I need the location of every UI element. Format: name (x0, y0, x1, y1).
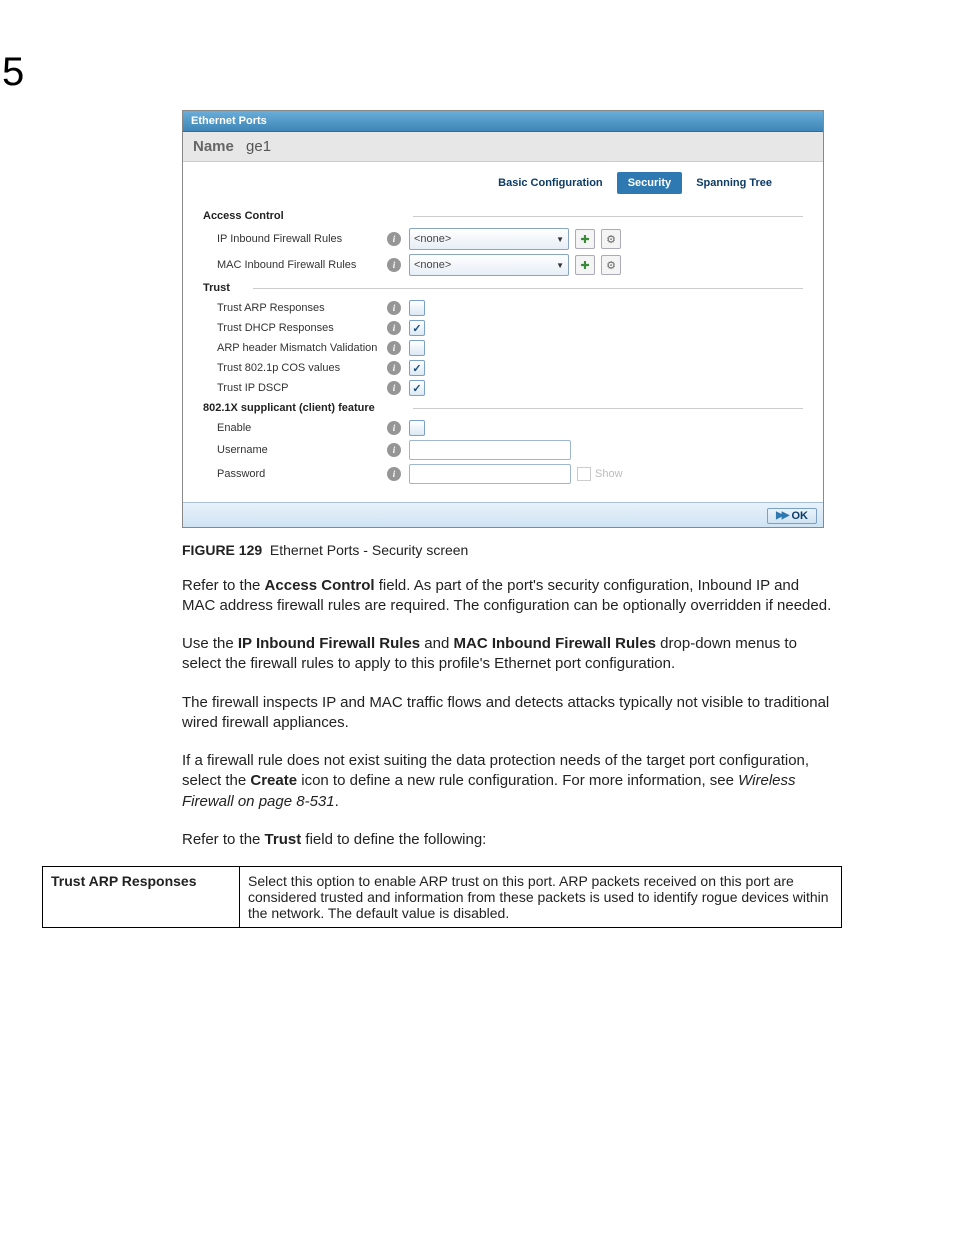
tab-basic-configuration[interactable]: Basic Configuration (487, 172, 614, 194)
create-rule-button[interactable]: ✚ (575, 229, 595, 249)
table-key: Trust ARP Responses (43, 867, 240, 928)
screenshot-panel: Ethernet Ports Name ge1 Basic Configurat… (182, 110, 824, 528)
supplicant-enable-label: Enable (217, 422, 387, 434)
supplicant-password-label: Password (217, 468, 387, 480)
text: Refer to the (182, 577, 265, 594)
trust-dscp-checkbox[interactable]: ✓ (409, 380, 425, 396)
username-input[interactable] (409, 440, 571, 460)
button-bar: ▶▶ OK (183, 502, 823, 527)
text: Use the (182, 635, 238, 652)
paragraph-1: Refer to the Access Control field. As pa… (182, 576, 832, 617)
info-icon[interactable]: i (387, 361, 401, 375)
gear-icon: ⚙ (606, 233, 616, 246)
bold-text: MAC Inbound Firewall Rules (454, 635, 657, 652)
bold-text: Trust (265, 831, 302, 848)
figure-caption: FIGURE 129 Ethernet Ports - Security scr… (182, 542, 912, 558)
tab-spanning-tree[interactable]: Spanning Tree (685, 172, 783, 194)
trust-cos-label: Trust 802.1p COS values (217, 362, 387, 374)
name-header: Name ge1 (183, 132, 823, 162)
table-row: Trust ARP Responses Select this option t… (43, 867, 842, 928)
edit-rule-button[interactable]: ⚙ (601, 229, 621, 249)
text: and (420, 635, 453, 652)
panel-title-bar: Ethernet Ports (183, 111, 823, 132)
info-icon[interactable]: i (387, 421, 401, 435)
trust-dhcp-label: Trust DHCP Responses (217, 322, 387, 334)
info-icon[interactable]: i (387, 258, 401, 272)
section-supplicant: 802.1X supplicant (client) feature (203, 402, 803, 414)
definition-table: Trust ARP Responses Select this option t… (42, 866, 842, 928)
paragraph-4: If a firewall rule does not exist suitin… (182, 751, 832, 812)
text: field to define the following: (301, 831, 486, 848)
add-icon: ✚ (580, 233, 589, 246)
create-rule-button[interactable]: ✚ (575, 255, 595, 275)
password-input[interactable] (409, 464, 571, 484)
trust-dhcp-checkbox[interactable]: ✓ (409, 320, 425, 336)
forward-icon: ▶▶ (776, 510, 787, 521)
info-icon[interactable]: i (387, 443, 401, 457)
info-icon[interactable]: i (387, 341, 401, 355)
trust-arp-label: Trust ARP Responses (217, 302, 387, 314)
info-icon[interactable]: i (387, 381, 401, 395)
arp-mismatch-checkbox[interactable] (409, 340, 425, 356)
bold-text: Create (250, 772, 297, 789)
bold-text: IP Inbound Firewall Rules (238, 635, 420, 652)
chevron-down-icon: ▼ (556, 261, 564, 270)
bold-text: Access Control (265, 577, 375, 594)
show-checkbox[interactable] (577, 467, 591, 481)
info-icon[interactable]: i (387, 321, 401, 335)
trust-arp-checkbox[interactable] (409, 300, 425, 316)
figure-label: FIGURE 129 (182, 542, 262, 558)
ip-inbound-label: IP Inbound Firewall Rules (217, 233, 387, 245)
ip-inbound-value: <none> (414, 233, 451, 245)
name-label: Name (193, 138, 234, 155)
mac-inbound-label: MAC Inbound Firewall Rules (217, 259, 387, 271)
chevron-down-icon: ▼ (556, 235, 564, 244)
ok-label: OK (792, 510, 809, 522)
show-label: Show (595, 468, 623, 480)
text: icon to define a new rule configuration.… (297, 772, 738, 789)
arp-mismatch-label: ARP header Mismatch Validation (217, 342, 387, 354)
supplicant-enable-checkbox[interactable] (409, 420, 425, 436)
tab-bar: Basic Configuration Security Spanning Tr… (183, 162, 823, 196)
ip-inbound-dropdown[interactable]: <none> ▼ (409, 228, 569, 250)
mac-inbound-value: <none> (414, 259, 451, 271)
paragraph-2: Use the IP Inbound Firewall Rules and MA… (182, 634, 832, 675)
info-icon[interactable]: i (387, 232, 401, 246)
info-icon[interactable]: i (387, 301, 401, 315)
chapter-number: 5 (2, 50, 24, 95)
edit-rule-button[interactable]: ⚙ (601, 255, 621, 275)
tab-security[interactable]: Security (617, 172, 682, 194)
figure-text: Ethernet Ports - Security screen (270, 542, 468, 558)
gear-icon: ⚙ (606, 259, 616, 272)
text: . (335, 793, 339, 810)
table-value: Select this option to enable ARP trust o… (240, 867, 842, 928)
mac-inbound-dropdown[interactable]: <none> ▼ (409, 254, 569, 276)
name-value: ge1 (246, 138, 271, 155)
supplicant-username-label: Username (217, 444, 387, 456)
trust-cos-checkbox[interactable]: ✓ (409, 360, 425, 376)
info-icon[interactable]: i (387, 467, 401, 481)
ok-button[interactable]: ▶▶ OK (767, 508, 817, 524)
section-access-control: Access Control (203, 210, 803, 222)
text: Refer to the (182, 831, 265, 848)
paragraph-5: Refer to the Trust field to define the f… (182, 830, 832, 850)
paragraph-3: The firewall inspects IP and MAC traffic… (182, 693, 832, 734)
show-password-toggle[interactable]: Show (577, 467, 623, 481)
section-trust: Trust (203, 282, 803, 294)
add-icon: ✚ (580, 259, 589, 272)
trust-dscp-label: Trust IP DSCP (217, 382, 387, 394)
